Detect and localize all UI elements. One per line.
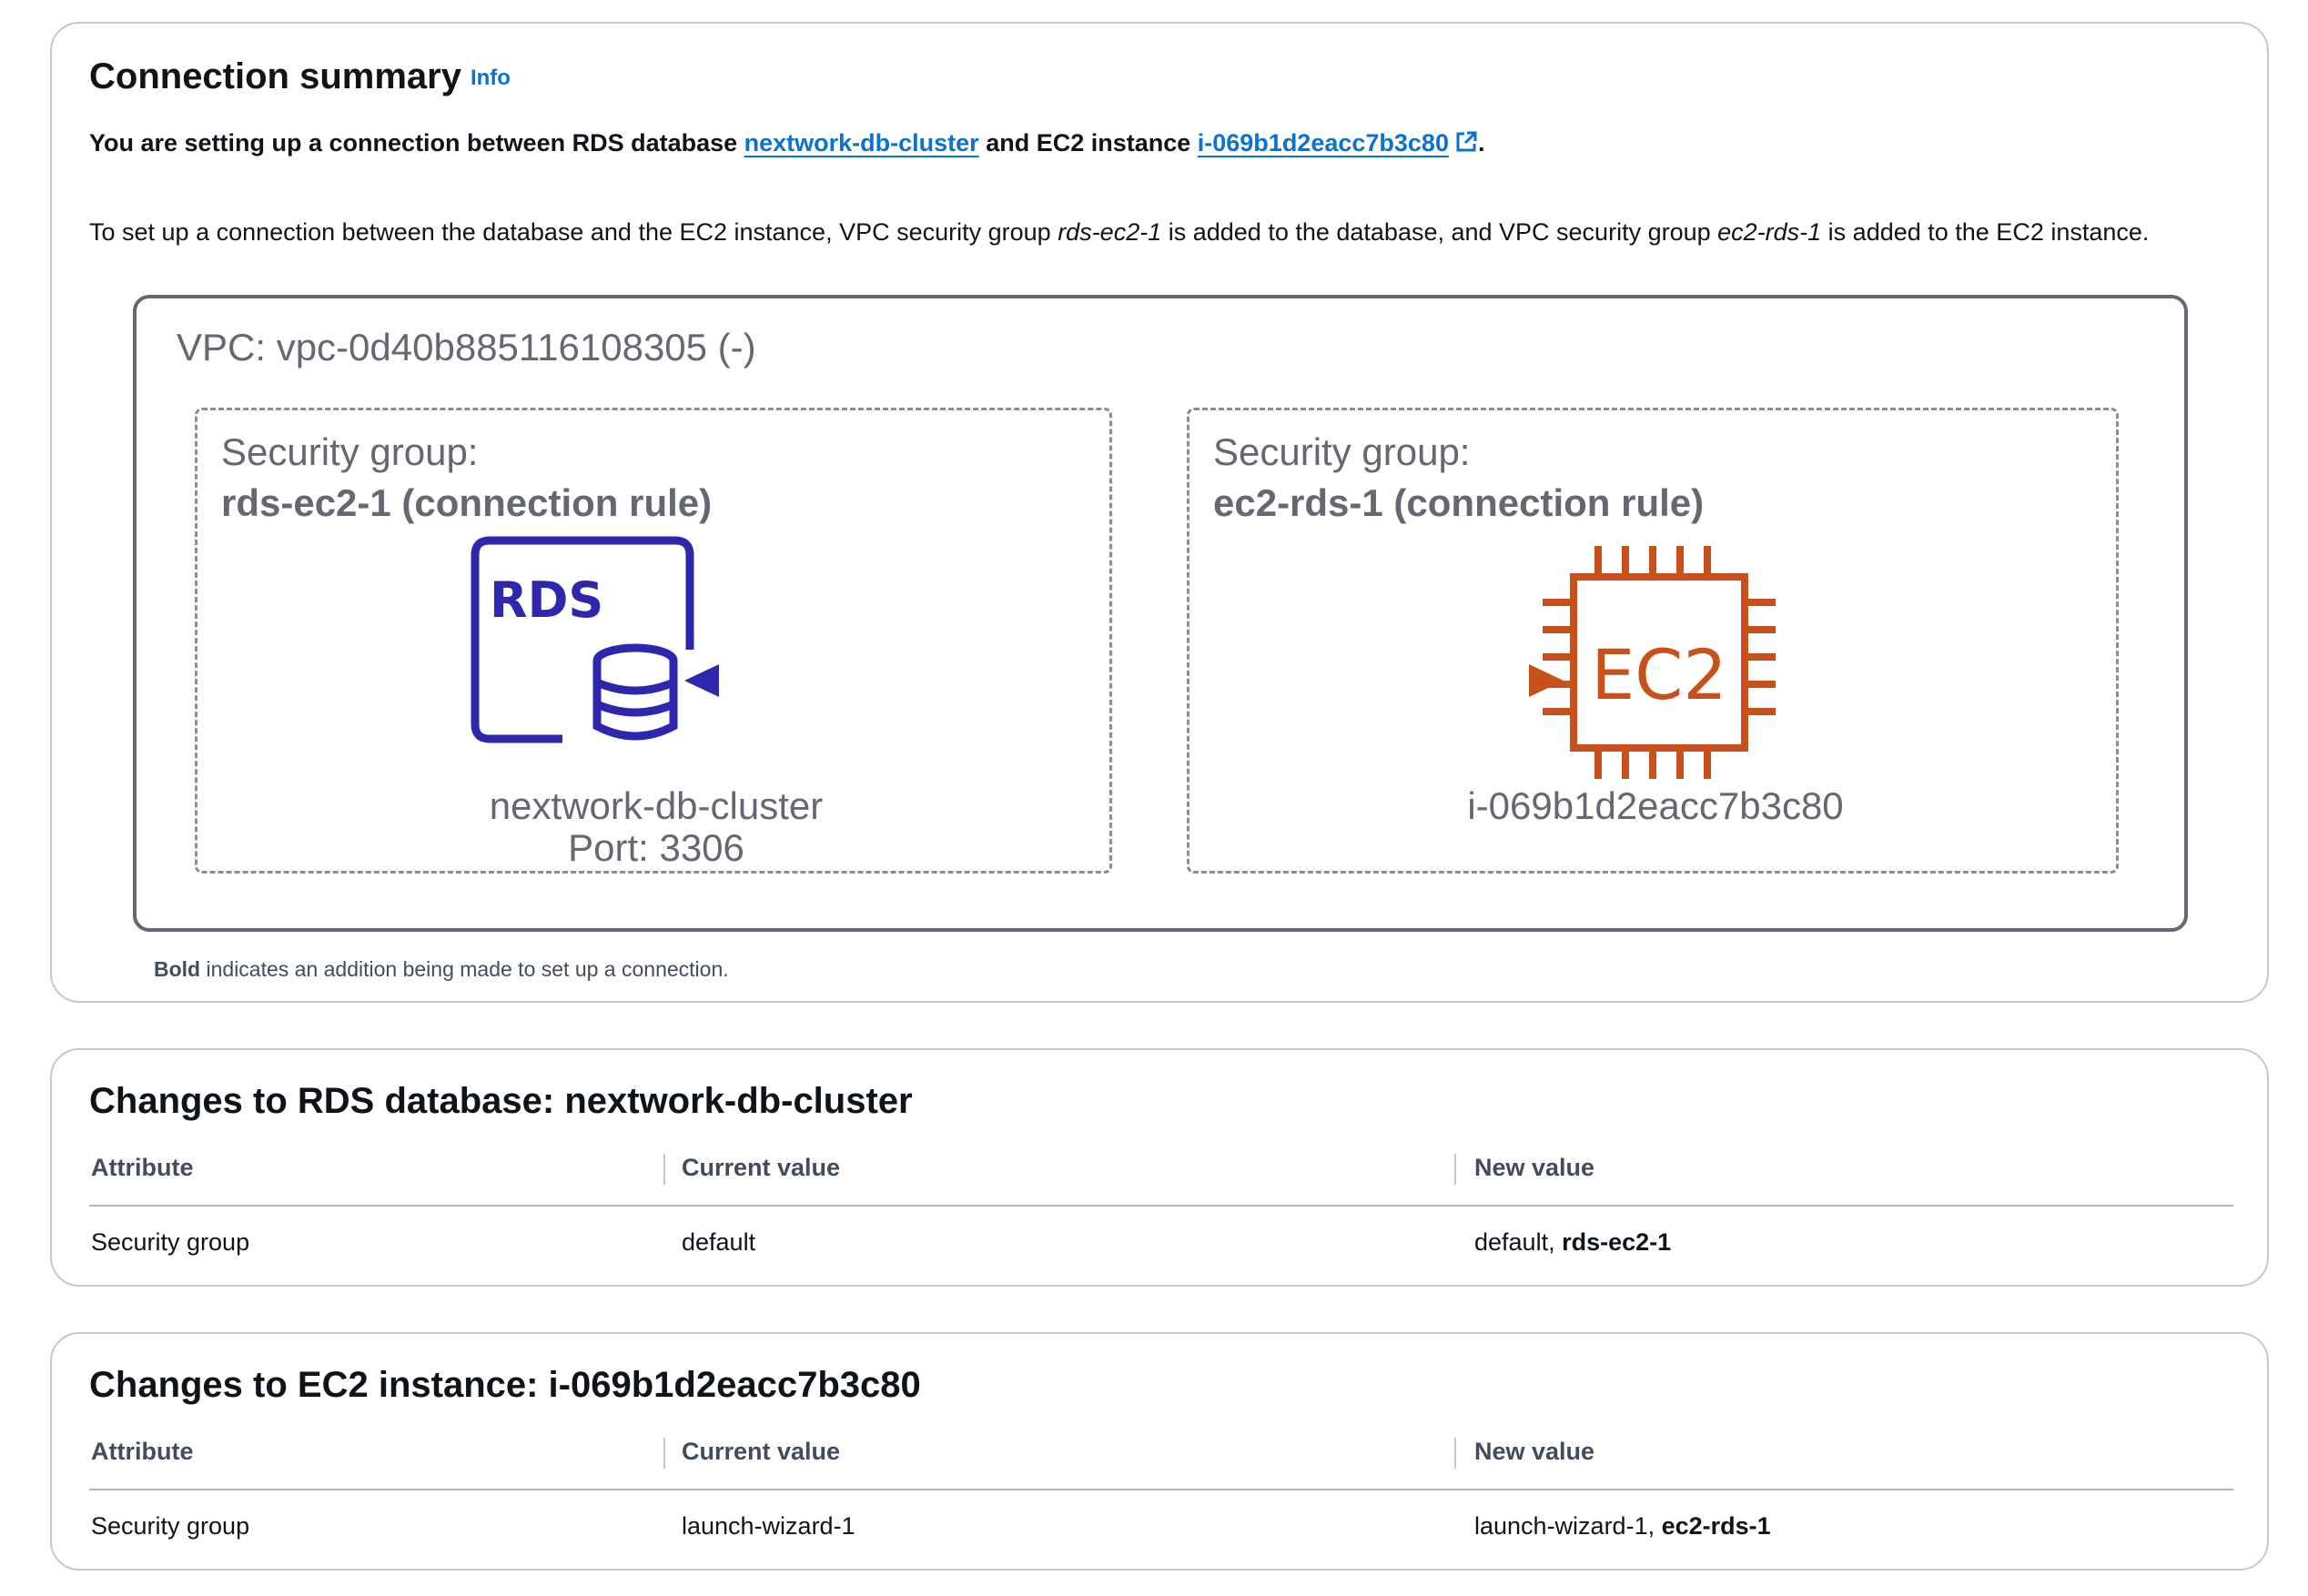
cell-current-value: launch-wizard-1 <box>682 1512 855 1540</box>
table-header: Attribute Current value New value <box>89 1141 2233 1207</box>
connection-summary-title-text: Connection summary <box>89 56 461 96</box>
ec2-changes-title: Changes to EC2 instance: i-069b1d2eacc7b… <box>89 1365 921 1405</box>
cell-new-value: default, rds-ec2-1 <box>1474 1228 1671 1257</box>
explain-part-1: To set up a connection between the datab… <box>89 218 1058 246</box>
header-attribute: Attribute <box>91 1438 194 1465</box>
rds-security-group-box: Security group: rds-ec2-1 (connection ru… <box>195 408 1112 874</box>
description-prefix: You are setting up a connection between … <box>89 129 744 157</box>
column-divider[interactable] <box>663 1154 665 1185</box>
cell-attribute: Security group <box>91 1228 250 1256</box>
connection-summary-title: Connection summary Info <box>89 56 511 97</box>
connection-description: You are setting up a connection between … <box>89 129 1484 157</box>
rds-sg-heading: Security group: <box>221 430 479 473</box>
info-link[interactable]: Info <box>471 66 511 90</box>
ec2-sg-heading: Security group: <box>1213 430 1471 473</box>
explain-sg-rds: rds-ec2-1 <box>1058 218 1162 246</box>
new-value-prefix: default, <box>1474 1228 1563 1256</box>
rds-node-name: nextwork-db-cluster <box>489 784 824 827</box>
rds-changes-table: Attribute Current value New value Securi… <box>89 1141 2233 1279</box>
ec2-changes-table: Attribute Current value New value Securi… <box>89 1425 2233 1563</box>
new-value-addition: rds-ec2-1 <box>1562 1228 1672 1256</box>
table-header: Attribute Current value New value <box>89 1425 2233 1490</box>
column-divider[interactable] <box>1454 1438 1456 1469</box>
connection-explanation: To set up a connection between the datab… <box>89 218 2149 247</box>
cell-current-value: default <box>682 1228 756 1256</box>
bold-footnote: Bold indicates an addition being made to… <box>154 957 729 982</box>
ec2-node-caption: i-069b1d2eacc7b3c80 <box>1189 785 2121 827</box>
explain-part-3: is added to the EC2 instance. <box>1821 218 2150 246</box>
footnote-rest: indicates an addition being made to set … <box>200 957 729 981</box>
header-attribute: Attribute <box>91 1154 194 1181</box>
new-value-prefix: launch-wizard-1, <box>1474 1512 1662 1540</box>
rds-changes-panel: Changes to RDS database: nextwork-db-clu… <box>50 1048 2269 1287</box>
column-divider[interactable] <box>663 1438 665 1469</box>
cell-new-value: launch-wizard-1, ec2-rds-1 <box>1474 1512 1771 1540</box>
header-new-value: New value <box>1474 1154 1595 1181</box>
header-current-value: Current value <box>682 1154 841 1181</box>
header-new-value: New value <box>1474 1438 1595 1465</box>
header-current-value: Current value <box>682 1438 841 1465</box>
description-mid: and EC2 instance <box>978 129 1198 157</box>
instance-link[interactable]: i-069b1d2eacc7b3c80 <box>1198 129 1478 157</box>
rds-sg-label: Security group: rds-ec2-1 (connection ru… <box>221 427 712 529</box>
new-value-addition: ec2-rds-1 <box>1661 1512 1771 1540</box>
description-suffix: . <box>1477 129 1485 157</box>
external-link-icon <box>1456 131 1477 152</box>
explain-part-2: is added to the database, and VPC securi… <box>1161 218 1718 246</box>
vpc-diagram: VPC: vpc-0d40b885116108305 (-) Security … <box>133 295 2188 932</box>
rds-changes-title: Changes to RDS database: nextwork-db-clu… <box>89 1081 913 1121</box>
rds-port: Port: 3306 <box>568 826 744 869</box>
cell-attribute: Security group <box>91 1512 250 1540</box>
column-divider[interactable] <box>1454 1154 1456 1185</box>
ec2-changes-panel: Changes to EC2 instance: i-069b1d2eacc7b… <box>50 1332 2269 1571</box>
ec2-sg-label: Security group: ec2-rds-1 (connection ru… <box>1213 427 1704 529</box>
rds-node-caption: nextwork-db-cluster Port: 3306 <box>197 785 1115 869</box>
table-row: Security group default default, rds-ec2-… <box>89 1207 2233 1279</box>
explain-sg-ec2: ec2-rds-1 <box>1717 218 1822 246</box>
vpc-label: VPC: vpc-0d40b885116108305 (-) <box>177 326 756 369</box>
footnote-bold-word: Bold <box>154 957 201 981</box>
ec2-node-name: i-069b1d2eacc7b3c80 <box>1467 784 1844 827</box>
ec2-security-group-box: Security group: ec2-rds-1 (connection ru… <box>1187 408 2119 874</box>
connection-summary-panel: Connection summary Info You are setting u… <box>50 22 2269 1003</box>
instance-link-text: i-069b1d2eacc7b3c80 <box>1197 129 1449 157</box>
table-row: Security group launch-wizard-1 launch-wi… <box>89 1490 2233 1563</box>
connection-review-page: Connection summary Info You are setting u… <box>0 0 2308 1596</box>
db-cluster-link[interactable]: nextwork-db-cluster <box>744 129 979 157</box>
rds-sg-name: rds-ec2-1 (connection rule) <box>221 481 713 524</box>
ec2-sg-name: ec2-rds-1 (connection rule) <box>1213 481 1705 524</box>
